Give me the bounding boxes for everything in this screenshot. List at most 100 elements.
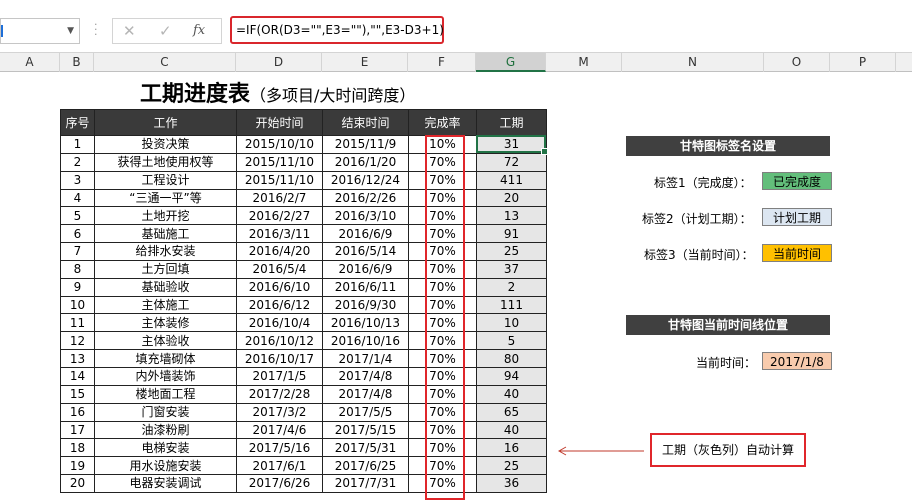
cell-duration[interactable]: 2 (476, 277, 547, 297)
cell-end[interactable]: 2016/6/11 (322, 277, 409, 297)
cell-task[interactable]: 内外墙装饰 (94, 366, 237, 386)
cell-start[interactable]: 2017/3/2 (236, 402, 323, 422)
cell-end[interactable]: 2015/11/9 (322, 135, 409, 154)
formula-input[interactable]: =IF(OR(D3="",E3=""),"",E3-D3+1) (230, 16, 444, 44)
cell-index[interactable]: 16 (60, 402, 95, 422)
cell-start[interactable]: 2017/1/5 (236, 366, 323, 386)
cell-index[interactable]: 1 (60, 135, 95, 154)
cell-index[interactable]: 14 (60, 366, 95, 386)
column-header-e[interactable]: E (322, 53, 408, 72)
cell-duration[interactable]: 31 (476, 135, 547, 154)
cell-task[interactable]: 土方回填 (94, 259, 237, 279)
cell-task[interactable]: 填充墙砌体 (94, 349, 237, 368)
cell-index[interactable]: 13 (60, 349, 95, 368)
cell-duration[interactable]: 16 (476, 438, 547, 458)
cell-rate[interactable]: 70% (408, 384, 477, 404)
cell-rate[interactable]: 70% (408, 242, 477, 261)
cell-index[interactable]: 3 (60, 170, 95, 190)
drag-handle-icon[interactable]: · · · (94, 19, 98, 40)
fx-icon[interactable]: fx (193, 23, 205, 38)
cell-start[interactable]: 2016/4/20 (236, 242, 323, 261)
cell-index[interactable]: 15 (60, 384, 95, 404)
cell-start[interactable]: 2016/5/4 (236, 259, 323, 279)
cell-end[interactable]: 2016/10/13 (322, 313, 409, 333)
cell-index[interactable]: 12 (60, 331, 95, 351)
cell-task[interactable]: 基础施工 (94, 224, 237, 244)
column-header-n[interactable]: N (622, 53, 764, 72)
cell-start[interactable]: 2015/11/10 (236, 152, 323, 172)
cell-end[interactable]: 2016/9/30 (322, 295, 409, 315)
cell-start[interactable]: 2017/5/16 (236, 438, 323, 458)
cell-rate[interactable]: 70% (408, 206, 477, 226)
cell-index[interactable]: 10 (60, 295, 95, 315)
cell-rate[interactable]: 70% (408, 474, 477, 493)
cell-duration[interactable]: 10 (476, 313, 547, 333)
cell-rate[interactable]: 70% (408, 188, 477, 208)
cell-rate[interactable]: 70% (408, 366, 477, 386)
cell-duration[interactable]: 13 (476, 206, 547, 226)
cell-start[interactable]: 2015/11/10 (236, 170, 323, 190)
cell-end[interactable]: 2016/10/16 (322, 331, 409, 351)
cell-duration[interactable]: 91 (476, 224, 547, 244)
cell-end[interactable]: 2016/6/9 (322, 259, 409, 279)
cell-task[interactable]: 给排水安装 (94, 242, 237, 261)
cell-index[interactable]: 17 (60, 420, 95, 440)
cell-end[interactable]: 2016/5/14 (322, 242, 409, 261)
cell-rate[interactable]: 70% (408, 224, 477, 244)
cell-task[interactable]: 土地开挖 (94, 206, 237, 226)
cell-start[interactable]: 2017/6/26 (236, 474, 323, 493)
cell-rate[interactable]: 10% (408, 135, 477, 154)
cell-rate[interactable]: 70% (408, 420, 477, 440)
cell-start[interactable]: 2016/10/17 (236, 349, 323, 368)
cell-task[interactable]: 楼地面工程 (94, 384, 237, 404)
column-header-f[interactable]: F (408, 53, 476, 72)
cell-task[interactable]: 门窗安装 (94, 402, 237, 422)
header-start[interactable]: 开始时间 (236, 109, 323, 136)
tag1-value[interactable]: 已完成度 (762, 172, 832, 190)
column-header-p[interactable]: P (830, 53, 896, 72)
cell-duration[interactable]: 40 (476, 420, 547, 440)
cell-duration[interactable]: 72 (476, 152, 547, 172)
confirm-icon[interactable]: ✓ (159, 22, 172, 40)
cell-duration[interactable]: 411 (476, 170, 547, 190)
cell-task[interactable]: 电梯安装 (94, 438, 237, 458)
cell-task[interactable]: 工程设计 (94, 170, 237, 190)
cell-end[interactable]: 2017/1/4 (322, 349, 409, 368)
cell-start[interactable]: 2016/10/12 (236, 331, 323, 351)
cell-task[interactable]: 电器安装调试 (94, 474, 237, 493)
cell-end[interactable]: 2016/2/26 (322, 188, 409, 208)
current-time-value[interactable]: 2017/1/8 (762, 352, 832, 370)
cell-end[interactable]: 2017/5/5 (322, 402, 409, 422)
cell-index[interactable]: 4 (60, 188, 95, 208)
cell-duration[interactable]: 40 (476, 384, 547, 404)
cell-rate[interactable]: 70% (408, 402, 477, 422)
cell-rate[interactable]: 70% (408, 331, 477, 351)
cell-index[interactable]: 18 (60, 438, 95, 458)
cell-index[interactable]: 6 (60, 224, 95, 244)
cell-task[interactable]: “三通一平”等 (94, 188, 237, 208)
cell-start[interactable]: 2016/10/4 (236, 313, 323, 333)
cell-rate[interactable]: 70% (408, 295, 477, 315)
cell-end[interactable]: 2016/6/9 (322, 224, 409, 244)
cell-start[interactable]: 2016/6/10 (236, 277, 323, 297)
cell-rate[interactable]: 70% (408, 152, 477, 172)
cell-task[interactable]: 油漆粉刷 (94, 420, 237, 440)
header-duration[interactable]: 工期 (476, 109, 547, 136)
cell-start[interactable]: 2017/2/28 (236, 384, 323, 404)
cancel-icon[interactable]: ✕ (123, 22, 136, 40)
header-end[interactable]: 结束时间 (322, 109, 409, 136)
column-header-c[interactable]: C (94, 53, 236, 72)
header-rate[interactable]: 完成率 (408, 109, 477, 136)
cell-index[interactable]: 11 (60, 313, 95, 333)
cell-duration[interactable]: 25 (476, 242, 547, 261)
cell-end[interactable]: 2017/4/8 (322, 384, 409, 404)
header-task[interactable]: 工作 (94, 109, 237, 136)
column-header-o[interactable]: O (764, 53, 830, 72)
cell-index[interactable]: 5 (60, 206, 95, 226)
cell-rate[interactable]: 70% (408, 456, 477, 476)
cell-end[interactable]: 2017/6/25 (322, 456, 409, 476)
cell-end[interactable]: 2017/5/31 (322, 438, 409, 458)
cell-start[interactable]: 2017/6/1 (236, 456, 323, 476)
cell-end[interactable]: 2017/7/31 (322, 474, 409, 493)
cell-duration[interactable]: 80 (476, 349, 547, 368)
